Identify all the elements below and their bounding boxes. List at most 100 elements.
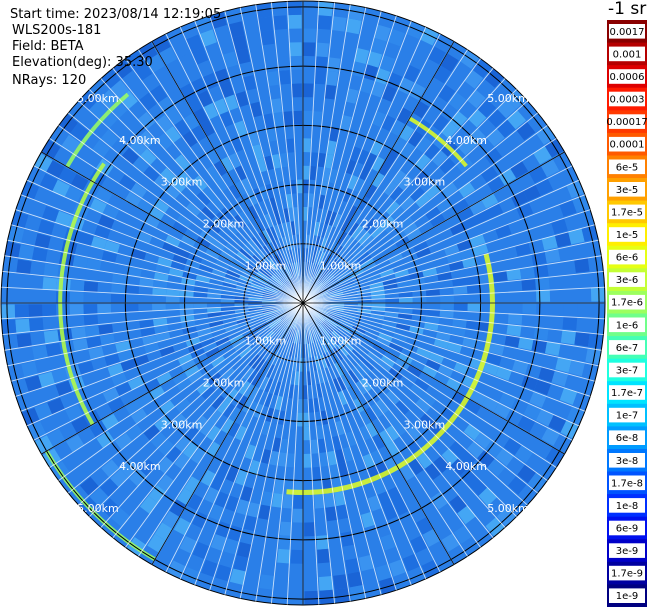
- range-gate: [574, 331, 590, 347]
- range-gate: [324, 84, 337, 100]
- colorbar-label: 1e-6: [616, 320, 639, 331]
- range-gate: [303, 453, 312, 468]
- range-label: 3.00km: [404, 176, 446, 189]
- range-gate: [42, 304, 57, 317]
- colorbar-label: 1.7e-5: [611, 207, 643, 218]
- range-gate: [303, 83, 314, 98]
- range-gate: [28, 304, 43, 318]
- range-gate: [562, 316, 578, 331]
- range-gate: [315, 56, 328, 71]
- range-label: 4.00km: [445, 460, 487, 473]
- colorbar: 0.0017 0.001 0.0006 0.0003 0.00017 0.0001 6e-5…: [607, 20, 647, 607]
- colorbar-label: 0.00017: [607, 117, 647, 128]
- range-gate: [303, 42, 316, 57]
- colorbar-label: 6e-9: [616, 524, 639, 535]
- range-gate: [304, 522, 316, 537]
- range-gate: [522, 303, 537, 314]
- range-gate: [315, 42, 329, 58]
- range-gate: [111, 283, 126, 294]
- range-label: 5.00km: [77, 92, 119, 105]
- range-gate: [399, 303, 413, 309]
- range-label: 4.00km: [445, 134, 487, 147]
- range-gate: [303, 110, 313, 125]
- range-gate: [278, 535, 291, 550]
- range-gate: [1, 319, 17, 335]
- range-gate: [297, 399, 303, 413]
- nrays-label: NRays: 120: [12, 73, 87, 88]
- range-gate: [467, 303, 482, 312]
- colorbar-label: 3e-8: [616, 456, 639, 467]
- range-gate: [287, 14, 302, 29]
- colorbar-label: 1e-8: [616, 501, 639, 512]
- range-gate: [345, 18, 362, 35]
- range-gate: [1, 304, 16, 319]
- range-gate: [453, 310, 468, 320]
- range-gate: [42, 277, 58, 291]
- range-gate: [290, 549, 303, 564]
- colorbar-label: 3e-9: [616, 546, 639, 557]
- range-gate: [55, 291, 70, 303]
- colorbar-label: 1e-5: [616, 230, 639, 241]
- range-gate: [289, 42, 302, 57]
- range-gate: [69, 292, 84, 303]
- range-gate: [292, 508, 303, 523]
- range-gate: [533, 327, 549, 341]
- colorbar-label: 3e-5: [616, 185, 639, 196]
- range-gate: [165, 296, 180, 303]
- range-label: 1.00km: [245, 259, 287, 272]
- colorbar-label: 6e-8: [616, 433, 639, 444]
- range-gate: [290, 55, 302, 70]
- range-gate: [574, 257, 590, 273]
- colorbar-label: 6e-6: [616, 253, 639, 264]
- range-gate: [507, 313, 523, 325]
- instrument-label: WLS200s-181: [12, 23, 102, 38]
- range-gate: [331, 16, 347, 32]
- range-gate: [124, 285, 140, 295]
- range-gate: [303, 138, 311, 153]
- range-gate: [14, 304, 29, 319]
- range-gate: [16, 259, 32, 275]
- range-gate: [286, 453, 296, 468]
- range-label: 5.00km: [77, 502, 119, 515]
- range-gate: [206, 298, 221, 303]
- range-gate: [278, 70, 291, 85]
- colorbar-label: 6e-5: [616, 162, 639, 173]
- range-gate: [297, 412, 303, 427]
- colorbar-label: 0.0017: [610, 27, 645, 38]
- range-gate: [319, 589, 335, 605]
- range-gate: [152, 303, 166, 311]
- colorbar-label: 6e-7: [616, 343, 639, 354]
- colorbar-label: 1.7e-8: [611, 478, 643, 489]
- range-gate: [326, 70, 339, 86]
- range-gate: [83, 304, 98, 315]
- range-gate: [506, 324, 522, 337]
- range-gate: [303, 165, 310, 180]
- range-gate: [282, 494, 293, 509]
- range-gate: [277, 56, 290, 71]
- range-label: 3.00km: [161, 418, 203, 431]
- range-label: 4.00km: [119, 460, 161, 473]
- colorbar-label: 1.7e-6: [611, 298, 643, 309]
- elevation-label: Elevation(deg): 35.30: [12, 55, 153, 70]
- range-label: 1.00km: [320, 335, 362, 348]
- range-gate: [56, 278, 71, 291]
- range-gate: [97, 293, 111, 303]
- range-gate: [14, 289, 29, 303]
- range-gate: [83, 281, 99, 293]
- range-label: 2.00km: [362, 377, 404, 390]
- range-gate: [257, 16, 273, 32]
- range-gate: [18, 244, 35, 261]
- range-gate: [110, 293, 125, 303]
- range-gate: [290, 69, 302, 84]
- range-gate: [28, 318, 44, 332]
- range-label: 3.00km: [161, 176, 203, 189]
- colorbar-label: 1.7e-9: [611, 569, 643, 580]
- range-gate: [97, 304, 112, 314]
- colorbar-label: 0.0001: [610, 140, 645, 151]
- range-gate: [279, 521, 292, 536]
- range-label: 2.00km: [203, 377, 245, 390]
- range-gate: [590, 287, 605, 302]
- range-gate: [522, 290, 537, 302]
- range-gate: [535, 277, 550, 290]
- range-gate: [277, 548, 291, 564]
